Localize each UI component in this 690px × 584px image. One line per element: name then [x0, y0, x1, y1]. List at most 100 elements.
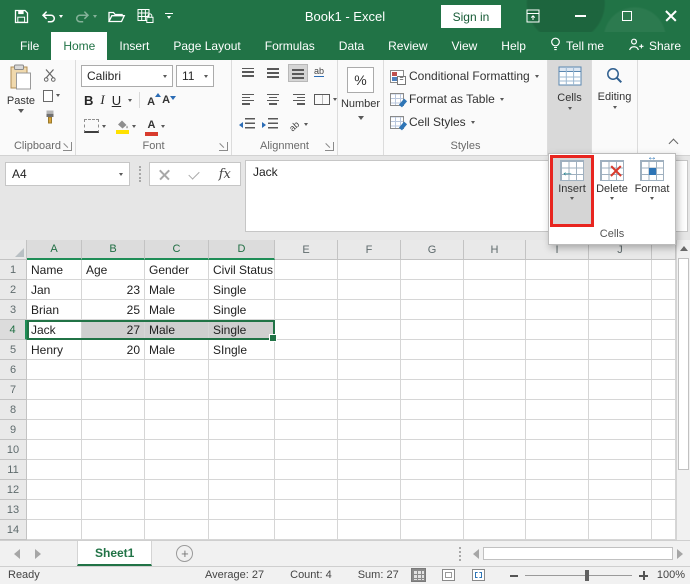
align-top-button[interactable] — [239, 65, 257, 81]
scroll-up-icon[interactable] — [677, 240, 690, 256]
cell-C4[interactable]: Male — [145, 320, 209, 340]
cell-E12[interactable] — [275, 480, 338, 500]
decrease-indent-icon[interactable] — [239, 117, 255, 131]
cell-D2[interactable]: Single — [209, 280, 275, 300]
align-bottom-button[interactable] — [288, 64, 308, 82]
tab-formulas[interactable]: Formulas — [253, 32, 327, 60]
cell-F13[interactable] — [338, 500, 401, 520]
cell-partial[interactable] — [652, 380, 676, 400]
cell-E14[interactable] — [275, 520, 338, 540]
cell-F4[interactable] — [338, 320, 401, 340]
cell-D10[interactable] — [209, 440, 275, 460]
increase-indent-icon[interactable] — [262, 117, 278, 131]
paste-dropdown-icon[interactable] — [18, 109, 24, 113]
cell-A5[interactable]: Henry — [27, 340, 82, 360]
cell-B12[interactable] — [82, 480, 145, 500]
cell-partial[interactable] — [652, 440, 676, 460]
cell-B8[interactable] — [82, 400, 145, 420]
cell-H11[interactable] — [464, 460, 526, 480]
cell-I3[interactable] — [526, 300, 589, 320]
column-header-D[interactable]: D — [209, 240, 275, 260]
insert-cells-button[interactable]: Insert — [550, 155, 594, 227]
row-header-12[interactable]: 12 — [0, 480, 27, 500]
insert-function-icon[interactable]: fx — [219, 167, 231, 182]
zoom-slider[interactable] — [525, 570, 632, 581]
cell-E10[interactable] — [275, 440, 338, 460]
vertical-scrollbar-thumb[interactable] — [678, 258, 689, 470]
cell-D3[interactable]: Single — [209, 300, 275, 320]
cell-B7[interactable] — [82, 380, 145, 400]
row-header-10[interactable]: 10 — [0, 440, 27, 460]
cell-C2[interactable]: Male — [145, 280, 209, 300]
format-dropdown-icon[interactable] — [650, 197, 654, 200]
cell-G12[interactable] — [401, 480, 464, 500]
cell-G7[interactable] — [401, 380, 464, 400]
fill-color-button[interactable] — [115, 119, 136, 134]
row-header-7[interactable]: 7 — [0, 380, 27, 400]
column-header-H[interactable]: H — [464, 240, 526, 260]
cell-partial[interactable] — [652, 420, 676, 440]
editing-group-button[interactable]: Editing — [592, 60, 638, 155]
font-size-combo[interactable]: 11 — [176, 65, 214, 87]
cell-A9[interactable] — [27, 420, 82, 440]
cell-G13[interactable] — [401, 500, 464, 520]
cell-J6[interactable] — [589, 360, 652, 380]
select-all-corner[interactable] — [0, 240, 27, 260]
page-layout-view-icon[interactable] — [442, 569, 455, 581]
row-header-11[interactable]: 11 — [0, 460, 27, 480]
borders-dropdown-icon[interactable] — [102, 124, 106, 128]
cell-B11[interactable] — [82, 460, 145, 480]
tab-share[interactable]: Share — [616, 32, 690, 60]
sheet-tab-sheet1[interactable]: Sheet1 — [77, 541, 153, 566]
cell-D14[interactable] — [209, 520, 275, 540]
cell-E13[interactable] — [275, 500, 338, 520]
cell-E9[interactable] — [275, 420, 338, 440]
name-box[interactable]: A4 — [5, 162, 130, 186]
bold-button[interactable]: B — [84, 93, 93, 108]
cell-I11[interactable] — [526, 460, 589, 480]
undo-icon[interactable] — [40, 9, 63, 24]
cell-B5[interactable]: 20 — [82, 340, 145, 360]
row-header-8[interactable]: 8 — [0, 400, 27, 420]
cell-F11[interactable] — [338, 460, 401, 480]
tab-data[interactable]: Data — [327, 32, 376, 60]
borders-button[interactable] — [84, 119, 106, 134]
tab-page-layout[interactable]: Page Layout — [161, 32, 252, 60]
delete-cells-button[interactable]: Delete — [592, 157, 632, 225]
cell-H3[interactable] — [464, 300, 526, 320]
cell-I7[interactable] — [526, 380, 589, 400]
cell-E4[interactable] — [275, 320, 338, 340]
row-header-13[interactable]: 13 — [0, 500, 27, 520]
cell-B2[interactable]: 23 — [82, 280, 145, 300]
wrap-text-icon[interactable] — [314, 66, 332, 80]
cell-E6[interactable] — [275, 360, 338, 380]
align-right-button[interactable] — [289, 91, 307, 107]
cell-partial[interactable] — [652, 260, 676, 280]
cell-C14[interactable] — [145, 520, 209, 540]
cell-G2[interactable] — [401, 280, 464, 300]
vertical-scrollbar[interactable] — [676, 240, 690, 540]
copy-button[interactable] — [43, 87, 60, 103]
font-color-button[interactable] — [145, 117, 165, 136]
cell-I1[interactable] — [526, 260, 589, 280]
cell-H4[interactable] — [464, 320, 526, 340]
customize-qat-icon[interactable] — [165, 12, 173, 20]
cell-B6[interactable] — [82, 360, 145, 380]
tab-file[interactable]: File — [8, 32, 51, 60]
align-center-button[interactable] — [264, 91, 282, 107]
row-header-3[interactable]: 3 — [0, 300, 27, 320]
cell-C6[interactable] — [145, 360, 209, 380]
zoom-in-icon[interactable] — [639, 571, 648, 580]
cell-G11[interactable] — [401, 460, 464, 480]
cell-F10[interactable] — [338, 440, 401, 460]
page-break-view-icon[interactable] — [472, 569, 485, 581]
next-sheet-icon[interactable] — [35, 548, 41, 559]
cells-group-button[interactable]: Cells — [548, 60, 592, 155]
cell-F12[interactable] — [338, 480, 401, 500]
cell-D9[interactable] — [209, 420, 275, 440]
previous-sheet-icon[interactable] — [14, 548, 20, 559]
cell-I2[interactable] — [526, 280, 589, 300]
cell-C9[interactable] — [145, 420, 209, 440]
cell-I9[interactable] — [526, 420, 589, 440]
cell-F3[interactable] — [338, 300, 401, 320]
